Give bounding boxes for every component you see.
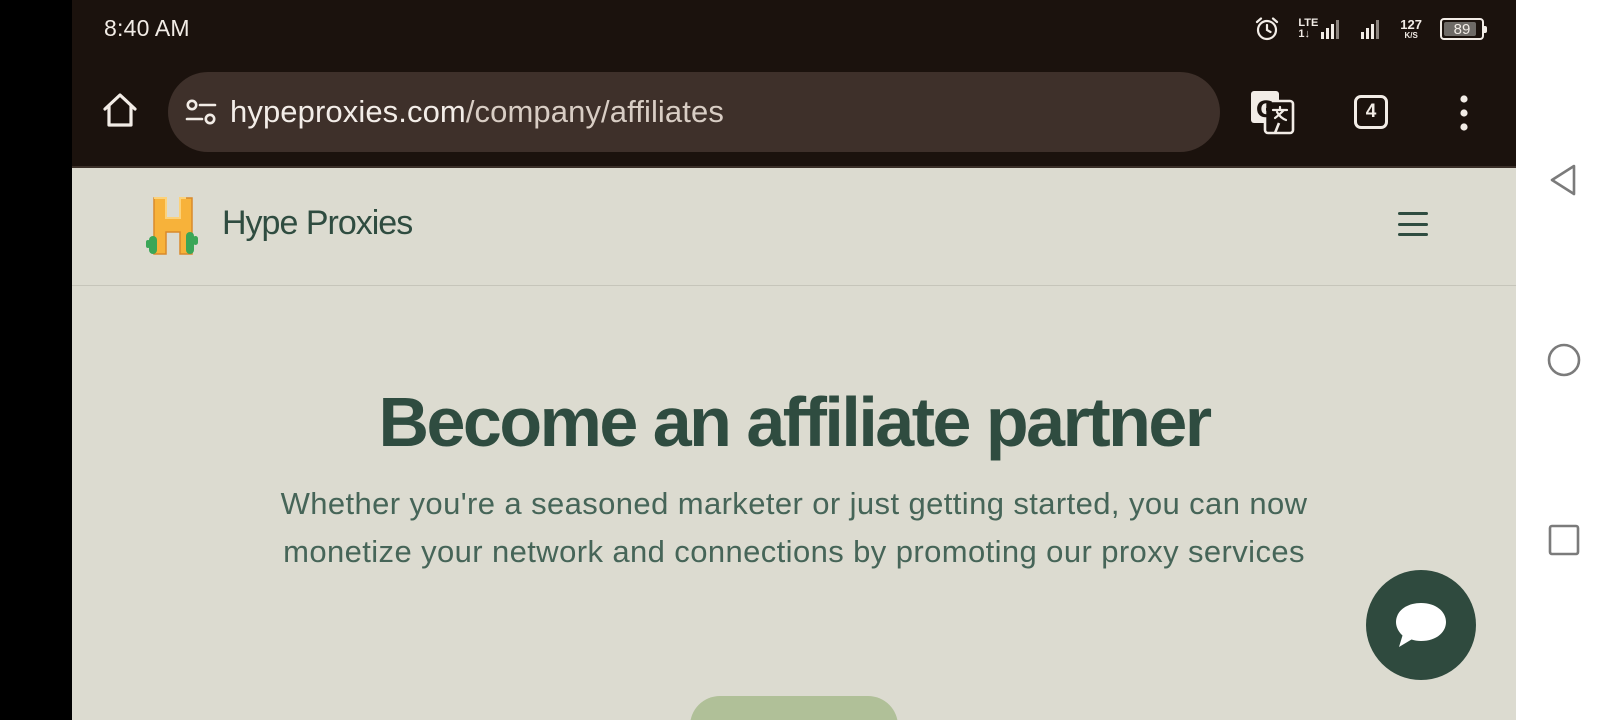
system-navigation-bar bbox=[1516, 0, 1612, 720]
signal-strength-2-icon bbox=[1361, 20, 1380, 39]
lte-sub: 1↓ bbox=[1298, 28, 1310, 40]
chat-button[interactable] bbox=[1366, 570, 1476, 680]
hero-title: Become an affiliate partner bbox=[378, 383, 1212, 461]
web-page: Hype Proxies Become an affiliate partner… bbox=[72, 168, 1516, 720]
battery-icon: 89 bbox=[1440, 18, 1487, 40]
network-speed: 127 K/S bbox=[1400, 18, 1422, 40]
url-text[interactable]: hypeproxies.com/company/affiliates bbox=[230, 94, 724, 130]
left-black-bar bbox=[0, 0, 72, 720]
browser-toolbar: hypeproxies.com/company/affiliates G 4 bbox=[72, 58, 1516, 168]
tab-switcher-button[interactable]: 4 bbox=[1354, 95, 1388, 129]
site-settings-icon[interactable] bbox=[184, 95, 218, 129]
battery-level: 89 bbox=[1453, 20, 1471, 38]
status-icons: LTE 1↓ 127 K/S 89 bbox=[1254, 12, 1487, 46]
hamburger-line bbox=[1398, 233, 1428, 236]
url-domain: hypeproxies.com bbox=[230, 94, 466, 129]
home-circle-icon[interactable] bbox=[1546, 342, 1582, 378]
home-icon[interactable] bbox=[100, 90, 140, 130]
alarm-icon bbox=[1256, 17, 1279, 41]
hamburger-menu-icon[interactable] bbox=[1398, 212, 1428, 236]
speed-value: 127 bbox=[1400, 17, 1422, 32]
site-header: Hype Proxies bbox=[72, 168, 1516, 286]
status-time: 8:40 AM bbox=[104, 15, 190, 41]
lte-indicator: LTE 1↓ bbox=[1298, 18, 1342, 40]
hamburger-line bbox=[1398, 222, 1428, 226]
hero-subtitle: Whether you're a seasoned marketer or ju… bbox=[280, 486, 1308, 569]
url-path: /company/affiliates bbox=[465, 94, 724, 129]
brand-name[interactable]: Hype Proxies bbox=[222, 204, 413, 243]
back-icon[interactable] bbox=[1546, 162, 1582, 198]
url-bar[interactable]: hypeproxies.com/company/affiliates bbox=[168, 72, 1220, 152]
chat-bubble-icon bbox=[1396, 603, 1446, 647]
speed-unit: K/S bbox=[1404, 31, 1418, 40]
phone-screen: 8:40 AM LTE 1↓ 127 K/S 89 hypeproxies.co… bbox=[72, 0, 1516, 720]
recents-icon[interactable] bbox=[1546, 522, 1582, 558]
status-bar: 8:40 AM LTE 1↓ 127 K/S 89 bbox=[72, 0, 1516, 58]
hype-proxies-logo-icon[interactable] bbox=[146, 196, 200, 256]
signal-strength-1-icon bbox=[1321, 20, 1340, 39]
more-vert-icon[interactable] bbox=[1452, 94, 1476, 132]
hamburger-line bbox=[1398, 212, 1428, 215]
translate-icon[interactable]: G bbox=[1248, 88, 1296, 136]
cta-button[interactable] bbox=[690, 696, 898, 720]
svg-text:G: G bbox=[1256, 98, 1274, 123]
